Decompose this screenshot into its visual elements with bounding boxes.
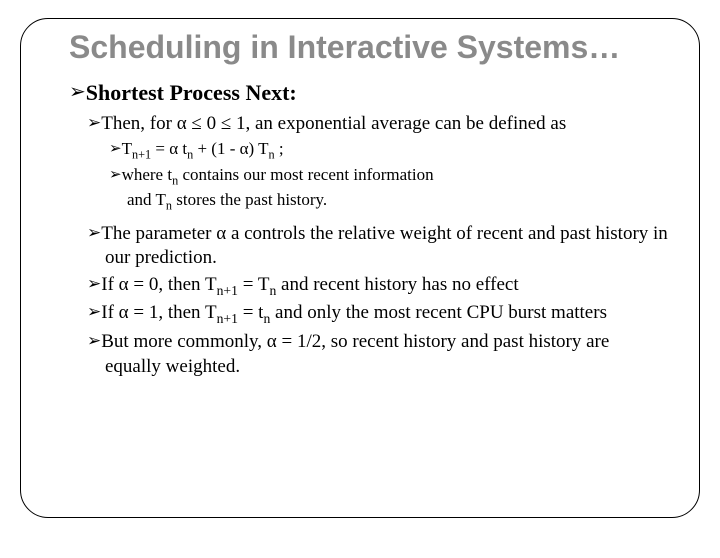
heading-text: Shortest Process Next: [86, 80, 297, 105]
bullet-alpha-zero: ➢If α = 0, then Tn+1 = Tn and recent his… [87, 273, 669, 300]
bullet-alpha-one: ➢If α = 1, then Tn+1 = tn and only the m… [87, 301, 669, 328]
text: But more commonly, α = 1/2, so recent hi… [101, 331, 609, 377]
bullet-where: ➢where tn contains our most recent infor… [109, 164, 669, 213]
text: stores the past history. [172, 190, 327, 209]
eq: + (1 - α) T [193, 139, 268, 158]
bullet-icon: ➢ [109, 167, 122, 183]
bullet-alpha-half: ➢But more commonly, α = 1/2, so recent h… [87, 330, 669, 379]
slide-frame: Scheduling in Interactive Systems… ➢Shor… [20, 18, 700, 518]
text: = t [238, 302, 264, 323]
heading-shortest-process-next: ➢Shortest Process Next: [69, 80, 669, 106]
eq: T [122, 139, 132, 158]
text: If α = 0, then T [101, 274, 216, 295]
eq: = α t [151, 139, 187, 158]
bullet-icon: ➢ [87, 302, 101, 321]
bullet-icon: ➢ [87, 113, 101, 132]
text: and only the most recent CPU burst matte… [270, 302, 607, 323]
text: where t [122, 165, 173, 184]
sub: n+1 [217, 311, 238, 326]
bullet-equation: ➢Tn+1 = α tn + (1 - α) Tn ; [109, 138, 669, 163]
text: = T [238, 274, 269, 295]
sub: n+1 [217, 283, 238, 298]
eq-sub: n+1 [132, 148, 151, 162]
text: defined as [489, 113, 567, 134]
text: The parameter α a controls the relative … [101, 223, 668, 269]
bullet-icon: ➢ [87, 331, 101, 350]
text: and recent history has no effect [276, 274, 518, 295]
text: If α = 1, then T [101, 302, 216, 323]
bullet-icon: ➢ [87, 223, 101, 242]
text: Then, for α ≤ 0 ≤ 1, an exponential aver… [101, 113, 484, 134]
eq: ; [275, 139, 284, 158]
bullet-definition: ➢Then, for α ≤ 0 ≤ 1, an exponential ave… [87, 112, 669, 137]
bullet-icon: ➢ [109, 141, 122, 157]
bullet-parameter: ➢The parameter α a controls the relative… [87, 222, 669, 271]
slide-title: Scheduling in Interactive Systems… [69, 29, 669, 66]
text: and T [127, 190, 166, 209]
bullet-icon: ➢ [69, 81, 86, 103]
text: contains our most recent information [178, 165, 433, 184]
bullet-icon: ➢ [87, 274, 101, 293]
